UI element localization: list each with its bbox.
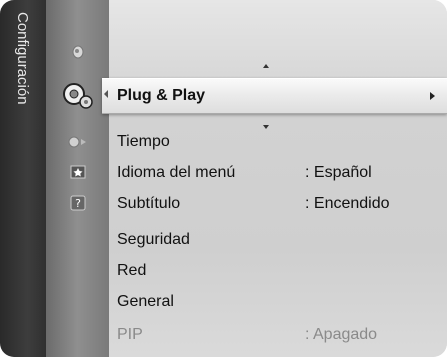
setup-icon[interactable] — [46, 81, 109, 114]
category-icon-column: ? — [46, 0, 109, 357]
settings-menu-panel: Configuración ? Plug & Play Tiempo Idiom… — [0, 0, 447, 357]
menu-item-subtitulo[interactable]: Subtítulo — [117, 195, 180, 213]
left-arrow-icon — [104, 90, 108, 98]
svg-text:?: ? — [75, 197, 81, 210]
menu-category-title: Configuración — [14, 12, 31, 105]
menu-item-red[interactable]: Red — [117, 262, 146, 280]
menu-item-pip: PIP — [117, 326, 143, 343]
menu-item-idioma-value: : Español — [305, 164, 372, 181]
input-icon[interactable] — [46, 134, 109, 153]
support-icon[interactable]: ? — [46, 195, 109, 214]
picture-icon[interactable] — [46, 44, 109, 63]
menu-item-plug-and-play[interactable]: Plug & Play — [117, 87, 205, 105]
menu-item-seguridad[interactable]: Seguridad — [117, 231, 190, 249]
menu-item-subtitulo-value: : Encendido — [305, 195, 390, 212]
menu-item-pip-value: : Apagado — [305, 326, 378, 343]
menu-item-general[interactable]: General — [117, 293, 174, 311]
right-arrow-icon — [430, 92, 435, 100]
menu-item-tiempo[interactable]: Tiempo — [117, 133, 170, 151]
application-icon[interactable] — [46, 164, 109, 183]
scroll-up-icon — [263, 64, 269, 68]
menu-item-idioma[interactable]: Idioma del menú — [117, 164, 235, 182]
scroll-down-icon — [263, 125, 269, 129]
menu-category-strip: Configuración — [0, 0, 46, 357]
